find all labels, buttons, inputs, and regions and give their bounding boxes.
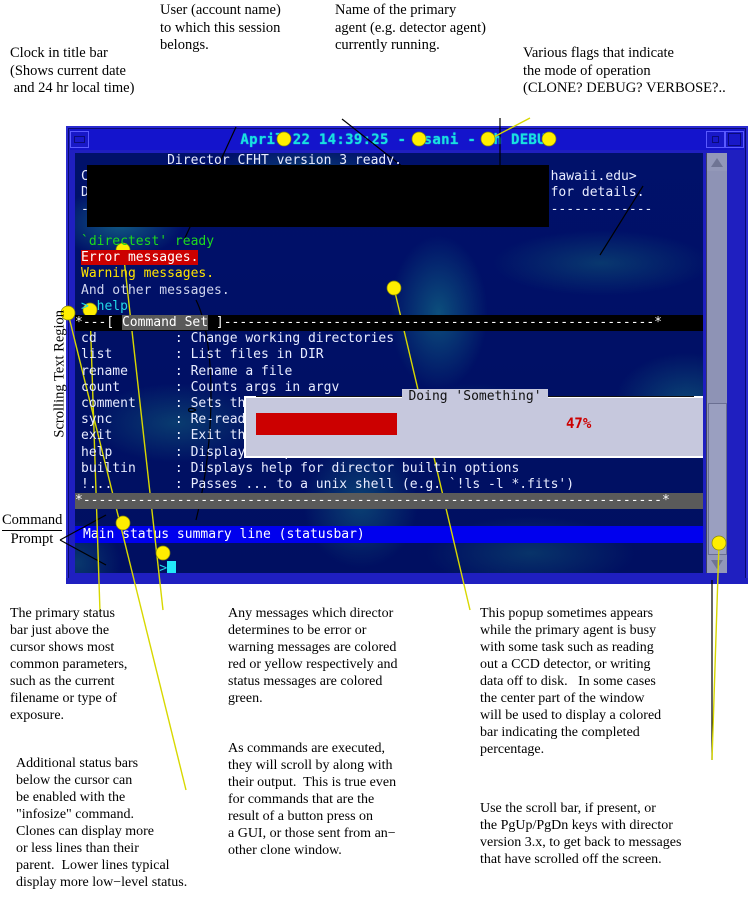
annotation-agent: Name of the primary agent (e.g. detector… (335, 2, 486, 53)
annotation-additional-status: Additional status bars below the cursor … (16, 756, 188, 890)
command-row: rename : Rename a file (81, 363, 293, 379)
annotation-scrolling-text-region: Scrolling Text Region (51, 309, 68, 438)
minimize-icon (74, 136, 85, 143)
line-other: And other messages. (81, 282, 230, 298)
progress-percent-label: 47% (566, 416, 592, 432)
scroll-down-arrow-icon[interactable] (707, 555, 727, 573)
window-bottom-edge (66, 578, 748, 584)
popup-box: Doing 'Something' 47% (244, 389, 703, 458)
popup-title: Doing 'Something' (246, 389, 703, 404)
annotation-user: User (account name) to which this sessio… (160, 2, 281, 53)
maximize-icon (728, 133, 741, 146)
status-region: Main status summary line (statusbar) > A… (75, 525, 703, 573)
annotation-flags: Various flags that indicate the mode of … (523, 45, 726, 96)
window-title: April 22 14:39:25 - isani - sh DEBUG (240, 131, 555, 148)
command-row: builtin : Displays help for director bui… (81, 460, 520, 476)
scrollbar-thumb[interactable] (708, 403, 727, 555)
command-row: list : List files in DIR (81, 347, 324, 363)
shade-button[interactable] (706, 131, 725, 148)
main-statusbar: Main status summary line (statusbar) (75, 525, 703, 543)
annotation-command-prompt-line1: Command (2, 512, 63, 528)
progress-bar: 47% (256, 412, 694, 436)
command-row: cd : Change working directories (81, 331, 395, 347)
progress-popup[interactable]: Doing 'Something' 47% (244, 389, 703, 458)
small-square-icon (712, 136, 719, 143)
line-warning: Warning messages. (81, 266, 215, 282)
vertical-scrollbar[interactable] (706, 153, 727, 573)
text-cursor (167, 560, 177, 573)
scroll-up-arrow-icon[interactable] (707, 153, 727, 171)
window-titlebar[interactable]: April 22 14:39:25 - isani - sh DEBUG (70, 129, 744, 150)
command-set-header: *---[ Command Set ]---------------------… (75, 315, 703, 332)
annotation-scrollbar: Use the scroll bar, if present, or the P… (480, 801, 682, 867)
terminal-spacer (75, 509, 703, 525)
prompt-symbol: > (159, 560, 168, 573)
annotation-command-prompt-line2: Prompt (2, 530, 62, 549)
annotation-scrolling-output: As commands are executed, they will scro… (228, 741, 397, 858)
progress-track (256, 413, 556, 435)
annotation-clock: Clock in title bar (Shows current date a… (10, 45, 135, 96)
line-help: > help (81, 298, 128, 314)
command-set-footer: *---------------------------------------… (75, 493, 703, 510)
minimize-button[interactable] (70, 131, 89, 148)
command-prompt[interactable]: > (75, 543, 703, 573)
annotation-message-colors: Any messages which director determines t… (228, 606, 398, 706)
director-window[interactable]: April 22 14:39:25 - isani - sh DEBUG Dir… (66, 126, 748, 584)
progress-fill (256, 413, 397, 435)
line-error: Error messages. (81, 250, 199, 266)
terminal-area[interactable]: Director CFHT version 3 ready.Copyright … (75, 153, 748, 573)
maximize-button[interactable] (725, 131, 744, 148)
command-row: !... : Passes ... to a unix shell (e.g. … (81, 477, 575, 493)
line-ready: `directest' ready (81, 234, 215, 250)
popup-shadow (87, 165, 549, 227)
annotation-primary-status: The primary status bar just above the cu… (10, 606, 128, 723)
annotation-popup: This popup sometimes appears while the p… (480, 606, 662, 757)
scrolling-text-region[interactable]: Director CFHT version 3 ready.Copyright … (75, 153, 703, 573)
